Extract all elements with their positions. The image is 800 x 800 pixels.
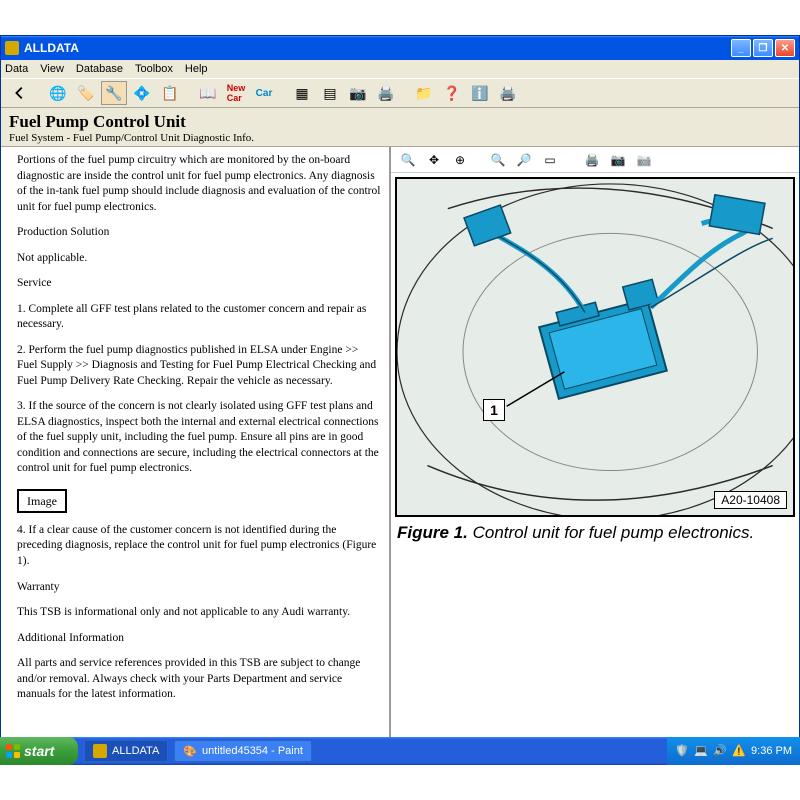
text-warranty: This TSB is informational only and not a… [17, 605, 381, 621]
menu-view[interactable]: View [40, 63, 64, 75]
text-na: Not applicable. [17, 251, 381, 267]
step-3: 3. If the source of the concern is not c… [17, 399, 381, 477]
book-icon[interactable]: 📖 [195, 81, 221, 105]
titlebar[interactable]: ALLDATA _ ❐ ✕ [1, 36, 799, 60]
technical-diagram[interactable]: 1 A20-10408 [395, 177, 795, 517]
back-button[interactable] [7, 81, 33, 105]
windows-logo-icon [6, 744, 20, 758]
zoom-plus-icon[interactable]: 🔍 [487, 150, 509, 170]
app-window: ALLDATA _ ❐ ✕ Data View Database Toolbox… [0, 35, 800, 755]
tool-icon[interactable]: 🔧 [101, 81, 127, 105]
diagram-id-label: A20-10408 [714, 491, 787, 509]
content-area: Portions of the fuel pump circuitry whic… [1, 147, 799, 737]
taskbar: start ALLDATA 🎨 untitled45354 - Paint 🛡️… [0, 737, 800, 765]
paint-icon: 🎨 [183, 745, 197, 758]
chip-icon[interactable]: 💠 [129, 81, 155, 105]
alldata-icon [93, 744, 107, 758]
menu-data[interactable]: Data [5, 63, 28, 75]
menu-toolbox[interactable]: Toolbox [135, 63, 173, 75]
maximize-button[interactable]: ❐ [753, 39, 773, 57]
image-pane: 🔍 ✥ ⊕ 🔍 🔎 ▭ 🖨️ 📷 📷 [391, 147, 799, 737]
text-additional: All parts and service references provide… [17, 656, 381, 703]
help-icon[interactable]: ❓ [439, 81, 465, 105]
info-icon[interactable]: ℹ️ [467, 81, 493, 105]
start-button[interactable]: start [0, 737, 78, 765]
camera-icon[interactable]: 📷 [345, 81, 371, 105]
zoom-target-icon[interactable]: ⊕ [449, 150, 471, 170]
print-icon[interactable]: 🖨️ [373, 81, 399, 105]
fit-icon[interactable]: ▭ [539, 150, 561, 170]
camera2-icon[interactable]: 📷 [633, 150, 655, 170]
heading-area: Fuel Pump Control Unit Fuel System - Fue… [1, 108, 799, 147]
heading-production: Production Solution [17, 225, 381, 241]
pan-icon[interactable]: ✥ [423, 150, 445, 170]
badge-icon[interactable]: 🏷️ [73, 81, 99, 105]
clock[interactable]: 9:36 PM [751, 745, 792, 757]
minimize-button[interactable]: _ [731, 39, 751, 57]
zoom-minus-icon[interactable]: 🔎 [513, 150, 535, 170]
step-2: 2. Perform the fuel pump diagnostics pub… [17, 343, 381, 390]
heading-service: Service [17, 276, 381, 292]
taskbar-app-alldata[interactable]: ALLDATA [84, 740, 168, 762]
diagram-area: 1 A20-10408 Figure 1. Control unit for f… [391, 173, 799, 737]
folder-icon[interactable]: 📁 [411, 81, 437, 105]
newcar-icon[interactable]: NewCar [223, 81, 249, 105]
window-title: ALLDATA [24, 41, 79, 55]
print-image-icon[interactable]: 🖨️ [581, 150, 603, 170]
tray-warning-icon[interactable]: ⚠️ [732, 744, 746, 758]
figure-caption: Figure 1. Control unit for fuel pump ele… [395, 523, 795, 543]
system-tray[interactable]: 🛡️ 💻 🔊 ⚠️ 9:36 PM [667, 737, 800, 765]
diag-icon[interactable]: 📋 [157, 81, 183, 105]
taskbar-app-paint[interactable]: 🎨 untitled45354 - Paint [174, 740, 312, 762]
step-1: 1. Complete all GFF test plans related t… [17, 302, 381, 333]
menu-database[interactable]: Database [76, 63, 123, 75]
close-button[interactable]: ✕ [775, 39, 795, 57]
image-link-button[interactable]: Image [17, 489, 67, 513]
zoom-in-icon[interactable]: 🔍 [397, 150, 419, 170]
list-icon[interactable]: ▤ [317, 81, 343, 105]
tray-shield-icon[interactable]: 🛡️ [675, 744, 689, 758]
app-icon [5, 41, 19, 55]
menu-help[interactable]: Help [185, 63, 208, 75]
article-pane[interactable]: Portions of the fuel pump circuitry whic… [1, 147, 391, 737]
step-4: 4. If a clear cause of the customer conc… [17, 523, 381, 570]
car-icon[interactable]: Car [251, 81, 277, 105]
tray-network-icon[interactable]: 💻 [694, 744, 708, 758]
callout-1: 1 [483, 399, 505, 421]
print2-icon[interactable]: 🖨️ [495, 81, 521, 105]
page-subtitle: Fuel System - Fuel Pump/Control Unit Dia… [9, 132, 791, 144]
image-toolbar: 🔍 ✥ ⊕ 🔍 🔎 ▭ 🖨️ 📷 📷 [391, 147, 799, 173]
grid-icon[interactable]: ▦ [289, 81, 315, 105]
tray-volume-icon[interactable]: 🔊 [713, 744, 727, 758]
menubar: Data View Database Toolbox Help [1, 60, 799, 78]
heading-additional: Additional Information [17, 631, 381, 647]
page-title: Fuel Pump Control Unit [9, 112, 791, 132]
main-toolbar: 🌐 🏷️ 🔧 💠 📋 📖 NewCar Car ▦ ▤ 📷 🖨️ 📁 ❓ ℹ️ … [1, 78, 799, 108]
heading-warranty: Warranty [17, 580, 381, 596]
para-intro: Portions of the fuel pump circuitry whic… [17, 153, 381, 215]
globe-icon[interactable]: 🌐 [45, 81, 71, 105]
camera1-icon[interactable]: 📷 [607, 150, 629, 170]
